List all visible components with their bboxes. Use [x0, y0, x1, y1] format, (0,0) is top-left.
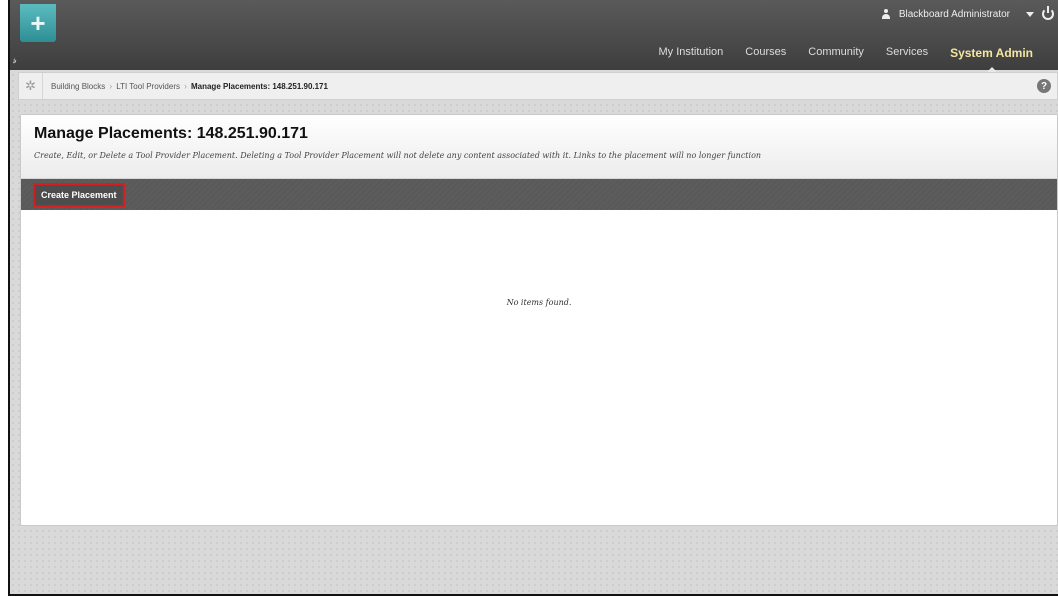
breadcrumb-item-building-blocks[interactable]: Building Blocks [51, 82, 105, 91]
edit-mode-icon[interactable]: 𝓈 [10, 54, 19, 67]
nav-my-institution[interactable]: My Institution [647, 40, 734, 66]
breadcrumb: Building Blocks › LTI Tool Providers › M… [43, 81, 328, 91]
user-menu[interactable]: Blackboard Administrator [881, 6, 1054, 22]
brand-logo-button[interactable]: + [20, 4, 56, 42]
user-name[interactable]: Blackboard Administrator [899, 9, 1010, 20]
chevron-down-icon[interactable] [1026, 11, 1034, 17]
page-header: Manage Placements: 148.251.90.171 Create… [21, 115, 1057, 179]
user-icon [881, 9, 891, 19]
content-panel: Manage Placements: 148.251.90.171 Create… [20, 114, 1058, 526]
page-title: Manage Placements: 148.251.90.171 [34, 125, 308, 142]
plus-icon: + [30, 8, 46, 38]
breadcrumb-item-lti-tool-providers[interactable]: LTI Tool Providers [116, 82, 180, 91]
nav-system-admin[interactable]: System Admin [939, 40, 1044, 74]
breadcrumb-current: Manage Placements: 148.251.90.171 [190, 81, 328, 91]
breadcrumb-separator: › [183, 81, 187, 91]
gear-icon[interactable]: ✲ [19, 73, 43, 99]
main-nav: My Institution Courses Community Service… [647, 40, 1044, 74]
nav-courses[interactable]: Courses [734, 40, 797, 66]
action-bar: Create Placement [21, 179, 1057, 210]
help-icon[interactable]: ? [1037, 79, 1051, 93]
page-description: Create, Edit, or Delete a Tool Provider … [34, 151, 762, 160]
nav-services[interactable]: Services [875, 40, 939, 66]
breadcrumb-bar: ✲ Building Blocks › LTI Tool Providers ›… [18, 72, 1058, 100]
top-header: + 𝓈 Blackboard Administrator My Institut… [10, 0, 1058, 74]
breadcrumb-separator: › [109, 81, 113, 91]
empty-list-message: No items found. [506, 298, 572, 307]
nav-community[interactable]: Community [797, 40, 875, 66]
power-icon[interactable] [1042, 6, 1054, 20]
create-placement-button[interactable]: Create Placement [33, 182, 125, 207]
app-frame: + 𝓈 Blackboard Administrator My Institut… [8, 0, 1058, 596]
